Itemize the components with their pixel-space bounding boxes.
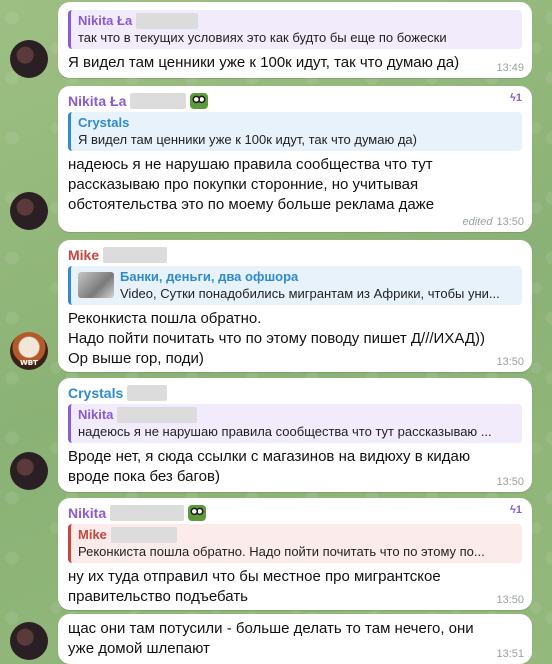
message-bubble[interactable]: Crystals Nikita надеюсь я не нарушаю пра… [58, 378, 532, 492]
reply-text: Video, Сутки понадобились мигрантам из А… [120, 286, 500, 301]
reply-quote[interactable]: Банки, деньги, два офшора Video, Сутки п… [68, 266, 522, 305]
redacted-name [110, 526, 177, 543]
avatar[interactable] [10, 192, 48, 230]
redacted-name [103, 247, 168, 263]
reply-sender: Банки, деньги, два офшора [120, 269, 299, 284]
sender-name[interactable]: Nikita Ła [68, 92, 522, 110]
message-meta: 13:50 [496, 356, 524, 368]
message-meta: edited 13:50 [462, 216, 524, 228]
message-time: 13:50 [496, 476, 524, 488]
message-text: Вроде нет, я сюда ссылки с магазинов на … [68, 448, 471, 485]
redacted-name [130, 93, 187, 109]
message-time: 13:50 [496, 216, 524, 228]
message-meta: 13:49 [496, 62, 524, 74]
message-bubble[interactable]: Mike Банки, деньги, два офшора Video, Су… [58, 240, 532, 372]
avatar[interactable]: WBT [10, 332, 48, 370]
video-thumbnail [78, 272, 114, 298]
message-bubble[interactable]: Nikita Ła так что в текущих условиях это… [58, 2, 532, 78]
reply-text: Я видел там ценники уже к 100к идут, так… [78, 132, 417, 147]
message-meta: 13:50 [496, 594, 524, 606]
sender-name[interactable]: Crystals [68, 384, 522, 402]
emoji-status-icon [188, 505, 207, 521]
message-line-3: Ор выше гор, поди) [68, 350, 204, 367]
sender-name[interactable]: Mike [68, 246, 522, 264]
avatar-badge: WBT [20, 359, 38, 367]
message-text: ну их туда отправил что бы местное про м… [68, 568, 441, 605]
reply-quote[interactable]: Nikita надеюсь я не нарушаю правила сооб… [68, 404, 522, 443]
reply-sender: Nikita Ła [78, 12, 516, 29]
message-text: надеюсь я не нарушаю правила сообщества … [68, 156, 435, 213]
reply-text: надеюсь я не нарушаю правила сообщества … [78, 424, 492, 439]
message-text: щас они там потусили - больше делать то … [68, 620, 474, 657]
reply-quote[interactable]: Mike Реконкиста пошла обратно. Надо пойт… [68, 524, 522, 563]
message-time: 13:50 [496, 356, 524, 368]
emoji-status-icon [190, 93, 209, 109]
message-bubble[interactable]: щас они там потусили - больше делать то … [58, 614, 532, 664]
redacted-name [117, 406, 198, 423]
message-meta: 13:50 [496, 476, 524, 488]
reply-sender: Crystals [78, 115, 130, 130]
boost-badge: ϟ1 [510, 504, 522, 516]
reply-text: так что в текущих условиях это как будто… [78, 30, 447, 45]
reply-quote[interactable]: Nikita Ła так что в текущих условиях это… [68, 10, 522, 49]
reply-sender: Mike [78, 526, 516, 543]
reply-text: Реконкиста пошла обратно. Надо пойти поч… [78, 544, 485, 559]
message-meta: 13:51 [496, 648, 524, 660]
redacted-name [110, 505, 185, 521]
message-bubble[interactable]: Nikita Ła ϟ1 Crystals Я видел там ценник… [58, 86, 532, 232]
message-bubble[interactable]: Nikita ϟ1 Mike Реконкиста пошла обратно.… [58, 498, 532, 610]
sender-name[interactable]: Nikita [68, 504, 522, 522]
redacted-name [127, 385, 168, 401]
message-time: 13:50 [496, 594, 524, 606]
message-line-1: Реконкиста пошла обратно. [68, 310, 262, 327]
avatar[interactable] [10, 40, 48, 78]
avatar[interactable] [10, 452, 48, 490]
avatar[interactable] [10, 622, 48, 660]
redacted-name [136, 12, 199, 29]
reply-quote[interactable]: Crystals Я видел там ценники уже к 100к … [68, 112, 522, 151]
message-line-2: Надо пойти почитать что по этому поводу … [68, 330, 485, 347]
message-time: 13:49 [496, 62, 524, 74]
edited-label: edited [462, 216, 493, 228]
reply-sender: Nikita [78, 406, 516, 423]
message-time: 13:51 [496, 648, 524, 660]
message-text: Я видел там ценники уже к 100к идут, так… [68, 54, 460, 71]
boost-badge: ϟ1 [510, 92, 522, 104]
